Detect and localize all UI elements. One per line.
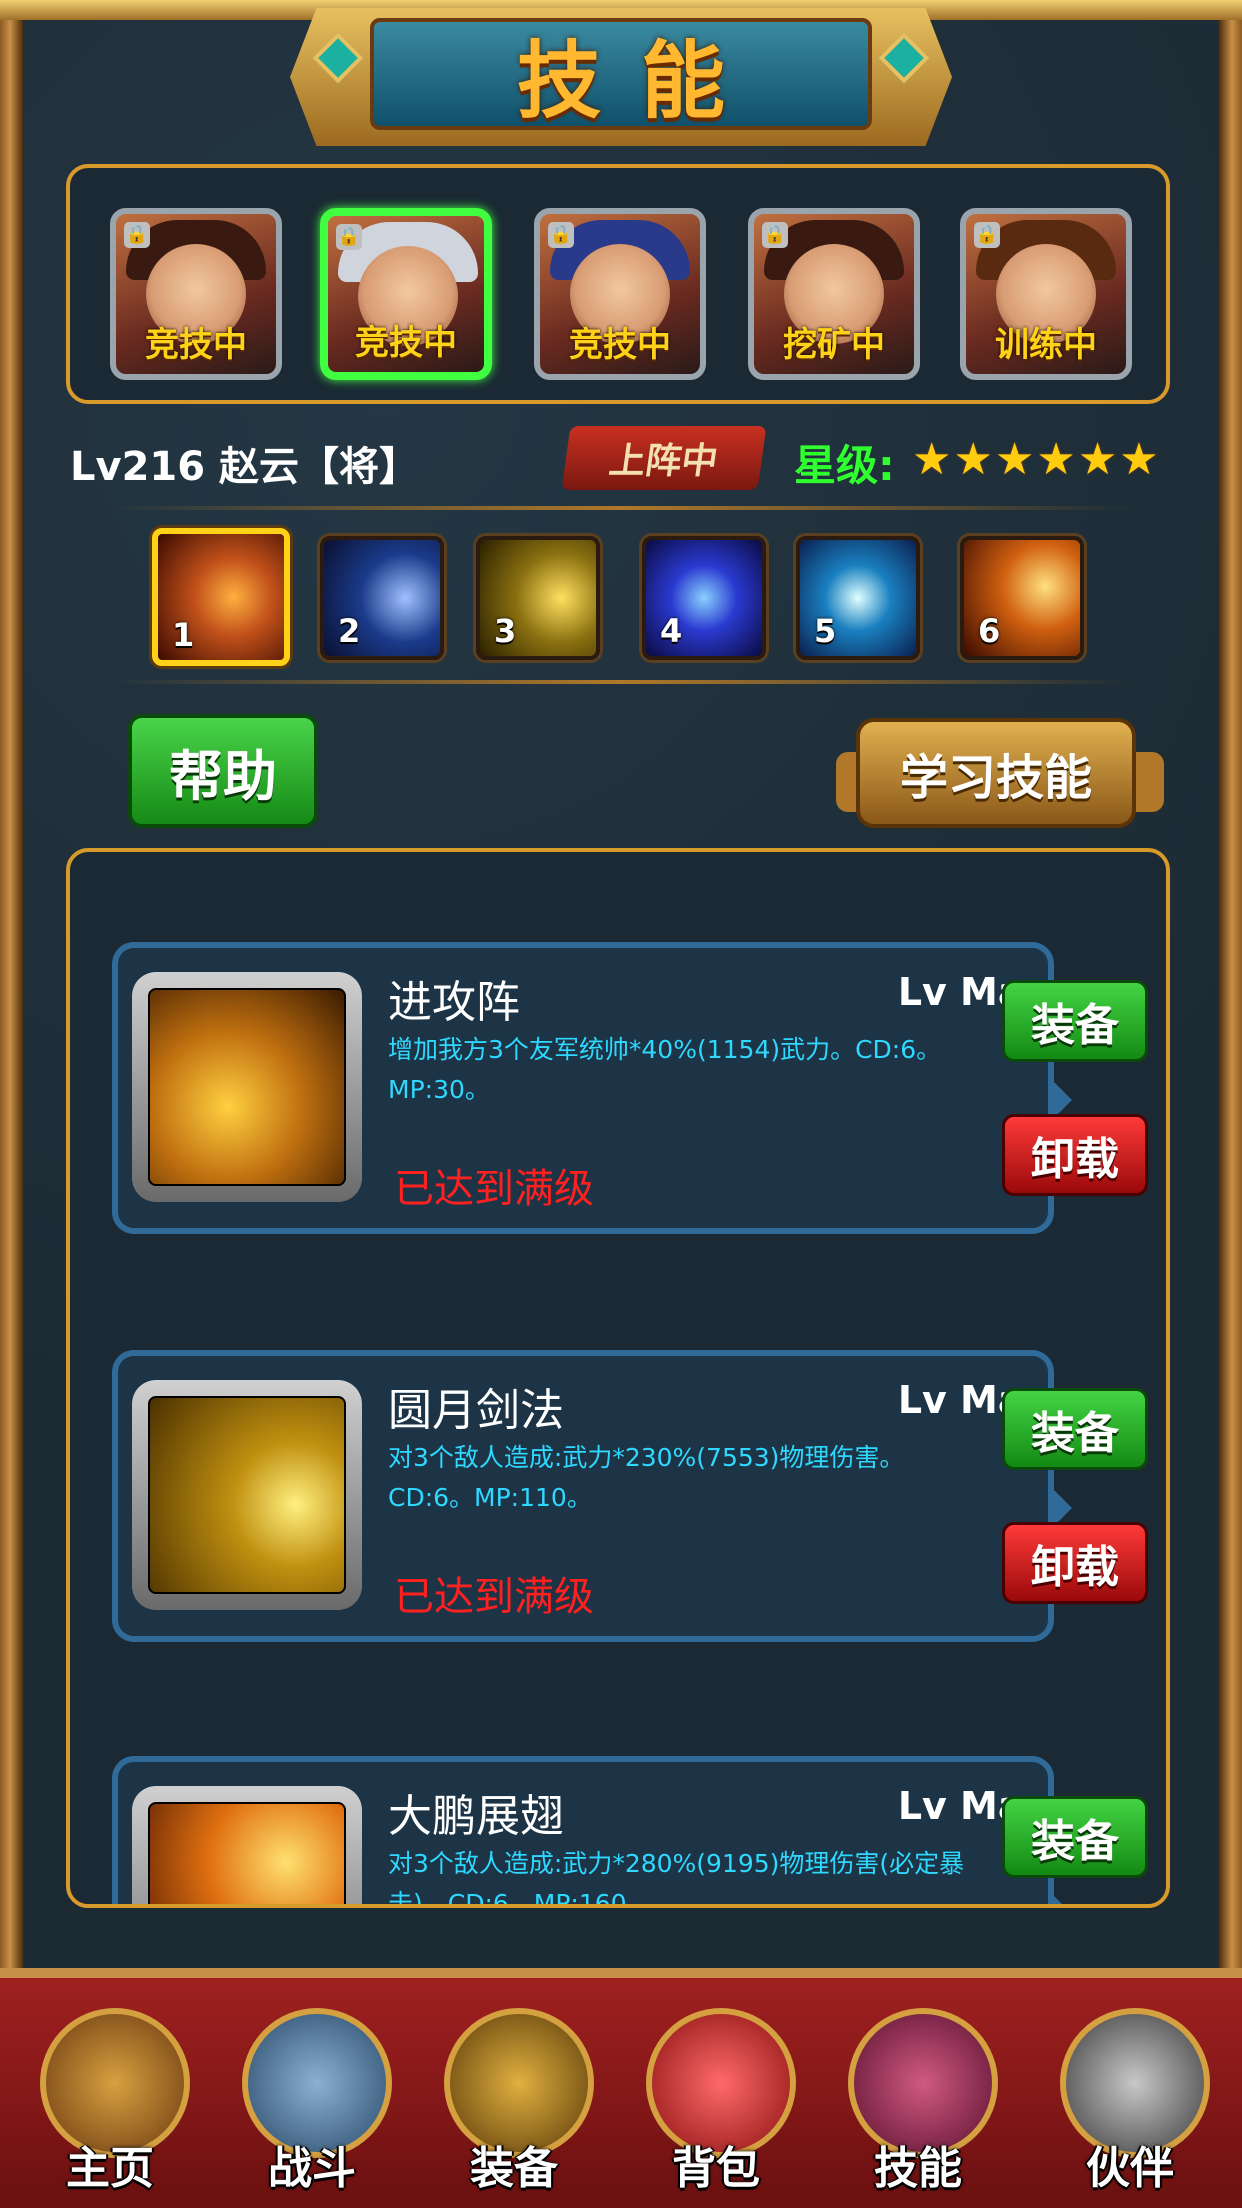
skill-slot-1[interactable]: 1 [152,528,290,666]
nav-label: 主页 [66,2143,154,2194]
hero-portrait-2[interactable]: 🔒 竞技中 [320,208,492,380]
slot-number: 4 [660,612,683,650]
equip-button[interactable]: 装备 [1002,1796,1148,1878]
skill-list[interactable]: 进攻阵 Lv Max 增加我方3个友军统帅*40%(1154)武力。CD:6。M… [66,848,1170,1908]
hero-status: 竞技中 [569,325,671,365]
skill-slot-4[interactable]: 4 [642,536,766,660]
skill-max-status: 已达到满级 [394,1574,594,1620]
skill-icon-frame [132,972,362,1202]
skill-name: 圆月剑法 [388,1385,564,1436]
skill-icon-frame [132,1380,362,1610]
hero-status: 竞技中 [355,323,457,363]
attack-formation-icon [148,988,346,1186]
lock-icon: 🔒 [124,222,150,248]
star-rating: ★ ★ ★ ★ ★ ★ [912,434,1159,485]
equip-button[interactable]: 装备 [1002,1388,1148,1470]
nav-equipment[interactable]: 装备 [424,1998,604,2208]
hero-portrait-5[interactable]: 🔒 训练中 [960,208,1132,380]
help-button[interactable]: 帮助 [128,714,318,828]
skill-card: 进攻阵 Lv Max 增加我方3个友军统帅*40%(1154)武力。CD:6。M… [112,942,1072,1234]
skill-icon-frame [132,1786,362,1904]
nav-skills[interactable]: 技能 [828,1998,1008,2208]
nav-label: 战斗 [268,2143,356,2194]
hero-portrait-1[interactable]: 🔒 竞技中 [110,208,282,380]
unload-button[interactable]: 卸载 [1002,1522,1148,1604]
lock-icon: 🔒 [762,222,788,248]
title-plate: 技能 [370,18,872,130]
skill-slot-2[interactable]: 2 [320,536,444,660]
page-title: 技能 [516,31,765,130]
crescent-moon-icon [148,1396,346,1594]
skill-screen: 技能 🔒 竞技中 🔒 竞技中 🔒 竞技中 🔒 挖矿中 🔒 训练中 Lv216 赵… [0,0,1242,2208]
nav-label: 背包 [672,2143,760,2194]
star-icon: ★ [953,434,993,485]
hero-status: 训练中 [995,325,1097,365]
unload-button[interactable]: 卸载 [1002,1114,1148,1196]
hero-status: 竞技中 [145,325,247,365]
hero-panel: 🔒 竞技中 🔒 竞技中 🔒 竞技中 🔒 挖矿中 🔒 训练中 [66,164,1170,404]
skill-description: 增加我方3个友军统帅*40%(1154)武力。CD:6。MP:30。 [388,1035,942,1104]
nav-label: 装备 [470,2143,558,2194]
skill-slot-6[interactable]: 6 [960,536,1084,660]
roc-wings-icon [148,1802,346,1904]
lock-icon: 🔒 [548,222,574,248]
hero-portrait-3[interactable]: 🔒 竞技中 [534,208,706,380]
card-arrow [1050,1892,1072,1904]
skill-name: 大鹏展翅 [388,1791,564,1842]
divider [110,506,1130,510]
nav-home[interactable]: 主页 [20,1998,200,2208]
skill-name: 进攻阵 [388,977,520,1028]
skill-description: 对3个敌人造成:武力*280%(9195)物理伤害(必定暴击)。CD:6。MP:… [388,1849,965,1908]
slot-number: 2 [338,612,361,650]
nav-partners[interactable]: 伙伴 [1040,1998,1220,2208]
skill-description: 对3个敌人造成:武力*230%(7553)物理伤害。CD:6。MP:110。 [388,1443,905,1512]
lock-icon: 🔒 [336,224,362,250]
hero-status: 挖矿中 [783,325,885,365]
nav-battle[interactable]: 战斗 [222,1998,402,2208]
hero-level-name: Lv216 赵云【将】 [70,444,419,490]
nav-bag[interactable]: 背包 [626,1998,806,2208]
skill-card: 圆月剑法 Lv Max 对3个敌人造成:武力*230%(7553)物理伤害。CD… [112,1350,1072,1642]
onfield-badge: 上阵中 [561,426,767,490]
star-icon: ★ [1036,434,1076,485]
hero-portrait-4[interactable]: 🔒 挖矿中 [748,208,920,380]
nav-label: 技能 [874,2143,962,2194]
slot-number: 5 [814,612,837,650]
slot-number: 6 [978,612,1001,650]
star-icon: ★ [1077,434,1118,485]
lock-icon: 🔒 [974,222,1000,248]
star-icon: ★ [912,434,952,485]
slot-number: 1 [172,616,195,654]
skill-slot-5[interactable]: 5 [796,536,920,660]
star-label: 星级: [794,441,895,490]
skill-slot-3[interactable]: 3 [476,536,600,660]
skill-max-status: 已达到满级 [394,1166,594,1212]
star-icon: ★ [994,434,1035,485]
equip-button[interactable]: 装备 [1002,980,1148,1062]
skill-card: 大鹏展翅 Lv Max 对3个敌人造成:武力*280%(9195)物理伤害(必定… [112,1756,1072,1908]
slot-number: 3 [494,612,517,650]
nav-label: 伙伴 [1086,2143,1174,2194]
divider [110,680,1130,684]
learn-skill-button[interactable]: 学习技能 [856,718,1136,828]
star-icon: ★ [1119,434,1159,485]
bottom-nav: 主页 战斗 装备 背包 技能 伙伴 [0,1968,1242,2208]
